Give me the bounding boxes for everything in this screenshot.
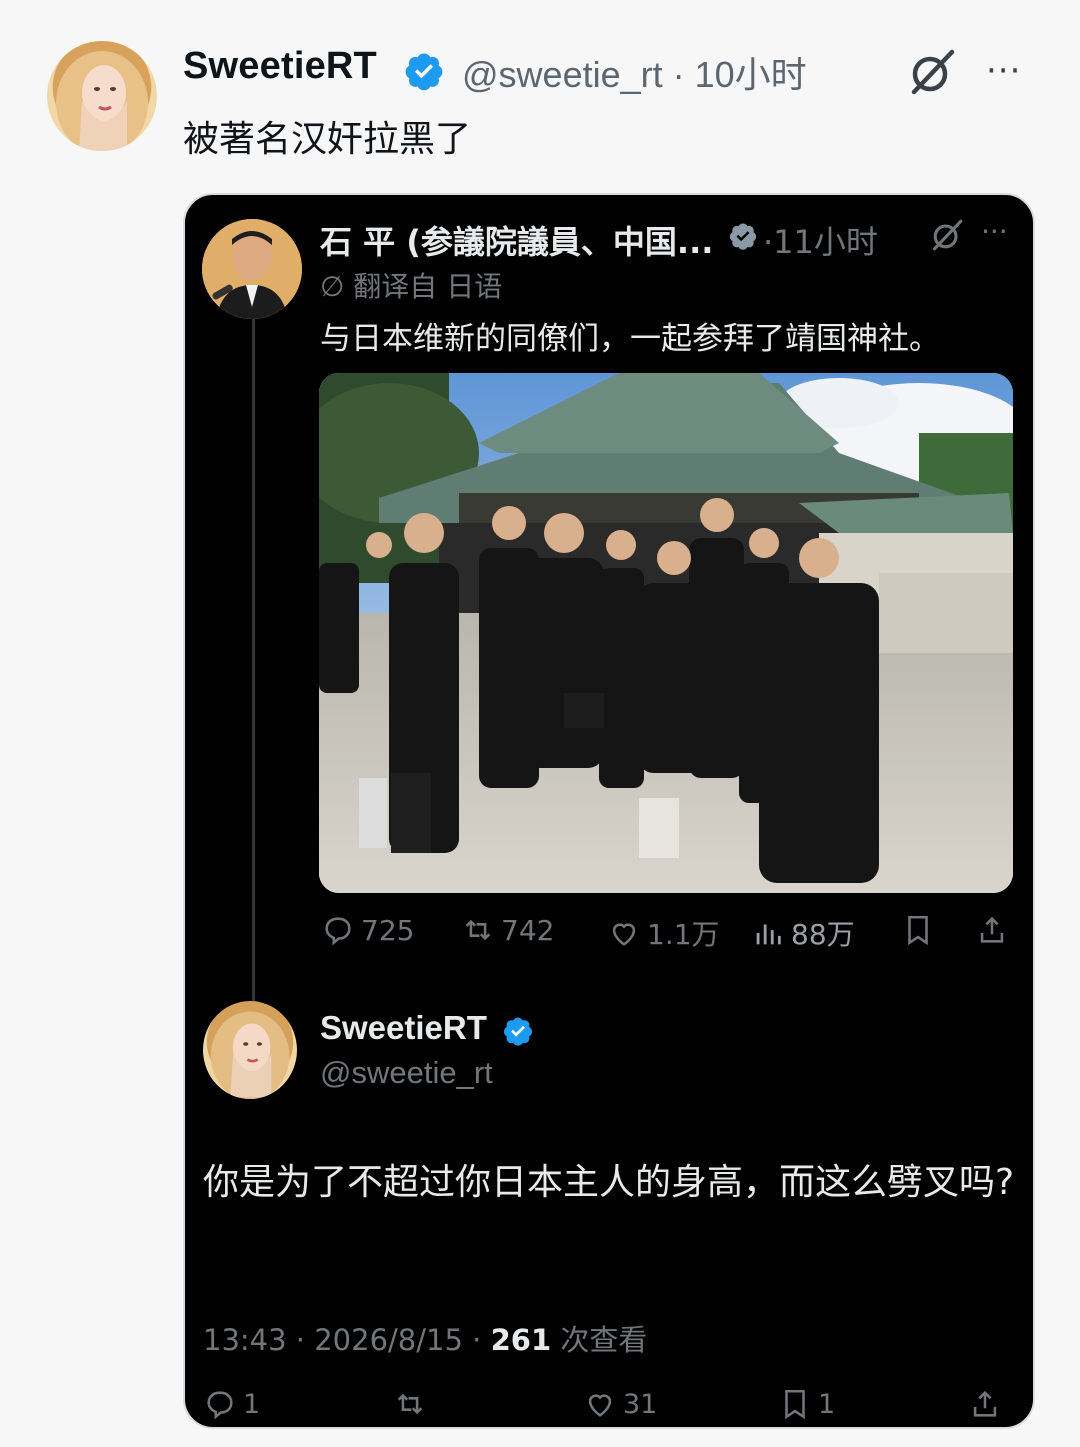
view-count: 88万 xyxy=(791,918,855,951)
quoted-author-avatar[interactable] xyxy=(202,219,302,319)
reply-timestamp-views: 13:43 · 2026/8/15 · 261 次查看 xyxy=(203,1317,647,1359)
like-count: 1.1万 xyxy=(647,918,720,951)
views-button[interactable]: 88万 xyxy=(751,913,855,953)
heart-icon xyxy=(588,1394,612,1417)
views-label: 次查看 xyxy=(551,1323,648,1357)
quoted-action-bar: 725 742 1.1万 88万 xyxy=(321,913,1011,957)
post-photo[interactable] xyxy=(319,373,1013,893)
verified-badge-icon xyxy=(729,223,757,250)
more-options-icon[interactable]: ··· xyxy=(981,215,1008,248)
repost-button[interactable]: 742 xyxy=(461,913,554,947)
author-avatar[interactable] xyxy=(47,41,157,151)
share-button[interactable] xyxy=(968,1387,1002,1421)
like-button[interactable]: 1.1万 xyxy=(607,913,720,953)
share-button[interactable] xyxy=(975,913,1009,947)
repost-icon xyxy=(397,1393,423,1415)
quoted-author-name[interactable]: 石 平 (参議院議員、中国... xyxy=(320,217,713,263)
share-icon xyxy=(973,1390,997,1417)
reply-author-name[interactable]: SweetieRT xyxy=(320,1009,487,1047)
bookmark-icon xyxy=(785,1389,805,1420)
embedded-screenshot: 石 平 (参議院議員、中国... ·11小时 ··· ∅ 翻译自 日语 与日本维… xyxy=(183,193,1035,1429)
quoted-time[interactable]: ·11小时 xyxy=(763,217,878,263)
reply-author-avatar[interactable] xyxy=(203,1001,297,1099)
reply-action-bar: 1 31 1 xyxy=(203,1387,1023,1427)
bookmark-button[interactable] xyxy=(901,913,935,947)
reply-icon xyxy=(207,1391,233,1420)
grok-icon[interactable] xyxy=(929,217,965,253)
reply-count: 725 xyxy=(361,913,415,947)
verified-badge-icon xyxy=(504,1017,532,1046)
reply-post-text: 你是为了不超过你日本主人的身高，而这么劈叉吗? xyxy=(203,1162,1015,1203)
timestamp[interactable]: 13:43 · 2026/8/15 · xyxy=(203,1323,491,1357)
quoted-post-text: 与日本维新的同僚们，一起参拜了靖国神社。 xyxy=(320,321,940,357)
views-icon xyxy=(756,924,781,945)
views-count: 261 xyxy=(490,1323,552,1357)
heart-icon xyxy=(612,923,636,946)
translate-icon: ∅ xyxy=(320,270,354,303)
repost-icon xyxy=(465,919,491,941)
reply-author-handle[interactable]: @sweetie_rt xyxy=(320,1055,493,1091)
reply-icon xyxy=(325,917,351,946)
bookmark-button[interactable]: 1 xyxy=(778,1387,835,1421)
repost-count: 742 xyxy=(501,913,555,947)
reply-button[interactable]: 725 xyxy=(321,913,414,947)
like-count: 31 xyxy=(623,1388,658,1420)
author-handle-time[interactable]: @sweetie_rt · 10小时 xyxy=(462,46,807,98)
reply-count: 1 xyxy=(243,1388,261,1420)
more-options-icon[interactable]: ··· xyxy=(986,53,1028,89)
bookmark-count: 1 xyxy=(818,1388,836,1420)
verified-badge-icon xyxy=(405,53,443,91)
share-icon xyxy=(980,916,1004,943)
shrine-group-photo-image xyxy=(319,373,1013,893)
grok-icon[interactable] xyxy=(906,46,958,98)
like-button[interactable]: 31 xyxy=(583,1387,657,1421)
translated-label-text: 翻译自 日语 xyxy=(353,270,503,303)
author-name[interactable]: SweetieRT xyxy=(183,45,377,88)
bookmark-icon xyxy=(908,915,928,946)
repost-button[interactable] xyxy=(393,1387,427,1421)
post-text: 被著名汉奸拉黑了 xyxy=(183,119,472,160)
thread-line xyxy=(252,315,255,1001)
reply-button[interactable]: 1 xyxy=(203,1387,260,1421)
translated-from-label[interactable]: ∅ 翻译自 日语 xyxy=(320,265,502,305)
